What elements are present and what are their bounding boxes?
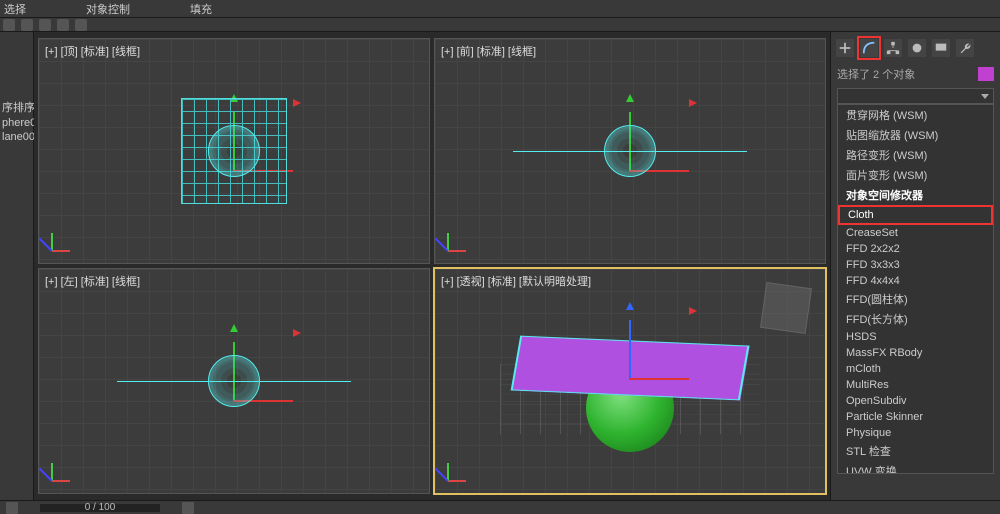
modifier-item[interactable]: UVW 变换 (838, 461, 993, 474)
modifier-item[interactable]: MassFX RBody (838, 345, 993, 361)
modifier-item[interactable]: CreaseSet (838, 225, 993, 241)
sphere-wireframe (604, 125, 656, 177)
modifier-item[interactable]: Particle Skinner (838, 409, 993, 425)
axis-tripod-icon (47, 227, 75, 255)
tool-icon[interactable] (75, 19, 87, 31)
modifier-item[interactable]: STL 检查 (838, 441, 993, 461)
selection-text: 选择了 2 个对象 (837, 66, 915, 82)
hierarchy-icon (886, 41, 900, 55)
modifier-item[interactable]: 贴图缩放器 (WSM) (838, 125, 993, 145)
modifier-item[interactable]: HSDS (838, 329, 993, 345)
modify-arc-icon (862, 41, 876, 55)
main-menu: 选择 对象控制 填充 (0, 0, 1000, 18)
create-tab[interactable] (836, 39, 854, 57)
modifier-item[interactable]: FFD 3x3x3 (838, 257, 993, 273)
menu-object-control[interactable]: 对象控制 (86, 1, 130, 17)
tool-icon[interactable] (57, 19, 69, 31)
modifier-item[interactable]: FFD 4x4x4 (838, 273, 993, 289)
modifier-item[interactable]: OpenSubdiv (838, 393, 993, 409)
sphere-wireframe (208, 125, 260, 177)
modifier-item[interactable]: 面片变形 (WSM) (838, 165, 993, 185)
axis-tripod-icon (443, 457, 471, 485)
viewport-left[interactable]: [+] [左] [标准] [线框] (38, 268, 430, 494)
viewport-front[interactable]: [+] [前] [标准] [线框] (434, 38, 826, 264)
menu-select[interactable]: 选择 (4, 1, 26, 17)
modifier-list[interactable]: 贯穿网格 (WSM)贴图缩放器 (WSM)路径变形 (WSM)面片变形 (WSM… (837, 104, 994, 474)
timeline-next-icon[interactable] (182, 502, 194, 514)
modifier-item[interactable]: 贯穿网格 (WSM) (838, 105, 993, 125)
viewport-label[interactable]: [+] [顶] [标准] [线框] (45, 43, 140, 59)
object-color-swatch[interactable] (978, 67, 994, 81)
frame-counter: 0 / 100 (85, 502, 116, 513)
viewport-label[interactable]: [+] [透视] [标准] [默认明暗处理] (441, 273, 591, 289)
command-panel: 选择了 2 个对象 贯穿网格 (WSM)贴图缩放器 (WSM)路径变形 (WSM… (830, 32, 1000, 500)
viewports: [+] [顶] [标准] [线框] [+] [前] [标准] [线框] [+] … (34, 32, 830, 500)
status-bar: 0 / 100 (0, 500, 1000, 514)
timeline-prev-icon[interactable] (6, 502, 18, 514)
explorer-item[interactable]: phere0 (0, 116, 33, 130)
display-icon (934, 41, 948, 55)
modifier-dropdown[interactable] (837, 88, 994, 104)
display-tab[interactable] (932, 39, 950, 57)
modifier-item[interactable]: FFD(圆柱体) (838, 289, 993, 309)
modifier-item[interactable]: mCloth (838, 361, 993, 377)
wrench-icon (958, 41, 972, 55)
tool-icon[interactable] (21, 19, 33, 31)
tool-icon[interactable] (3, 19, 15, 31)
command-panel-tabs (831, 32, 1000, 64)
motion-tab[interactable] (908, 39, 926, 57)
modifier-item[interactable]: Cloth (838, 205, 993, 225)
viewport-label[interactable]: [+] [前] [标准] [线框] (441, 43, 536, 59)
transform-gizmo[interactable] (629, 310, 631, 380)
viewport-top[interactable]: [+] [顶] [标准] [线框] (38, 38, 430, 264)
axis-tripod-icon (443, 227, 471, 255)
modify-tab[interactable] (860, 39, 878, 57)
axis-tripod-icon (47, 457, 75, 485)
viewport-perspective[interactable]: [+] [透视] [标准] [默认明暗处理] (434, 268, 826, 494)
tool-icon[interactable] (39, 19, 51, 31)
modifier-item[interactable]: 路径变形 (WSM) (838, 145, 993, 165)
modifier-item[interactable]: MultiRes (838, 377, 993, 393)
explorer-item[interactable]: lane00 (0, 130, 33, 144)
timeline-track[interactable]: 0 / 100 (40, 504, 160, 512)
sphere-wireframe (208, 355, 260, 407)
modifier-item[interactable]: 对象空间修改器 (838, 185, 993, 205)
viewcube-icon[interactable] (760, 282, 812, 334)
menu-fill[interactable]: 填充 (190, 1, 212, 17)
modifier-item[interactable]: FFD 2x2x2 (838, 241, 993, 257)
modifier-item[interactable]: Physique (838, 425, 993, 441)
scene-explorer[interactable]: 序排序） phere0 lane00 (0, 32, 34, 500)
hierarchy-tab[interactable] (884, 39, 902, 57)
modifier-item[interactable]: FFD(长方体) (838, 309, 993, 329)
viewport-label[interactable]: [+] [左] [标准] [线框] (45, 273, 140, 289)
plus-icon (838, 41, 852, 55)
utilities-tab[interactable] (956, 39, 974, 57)
explorer-sort: 序排序） (0, 98, 33, 116)
toolbar-strip (0, 18, 1000, 32)
selection-status: 选择了 2 个对象 (831, 64, 1000, 84)
circle-icon (910, 41, 924, 55)
